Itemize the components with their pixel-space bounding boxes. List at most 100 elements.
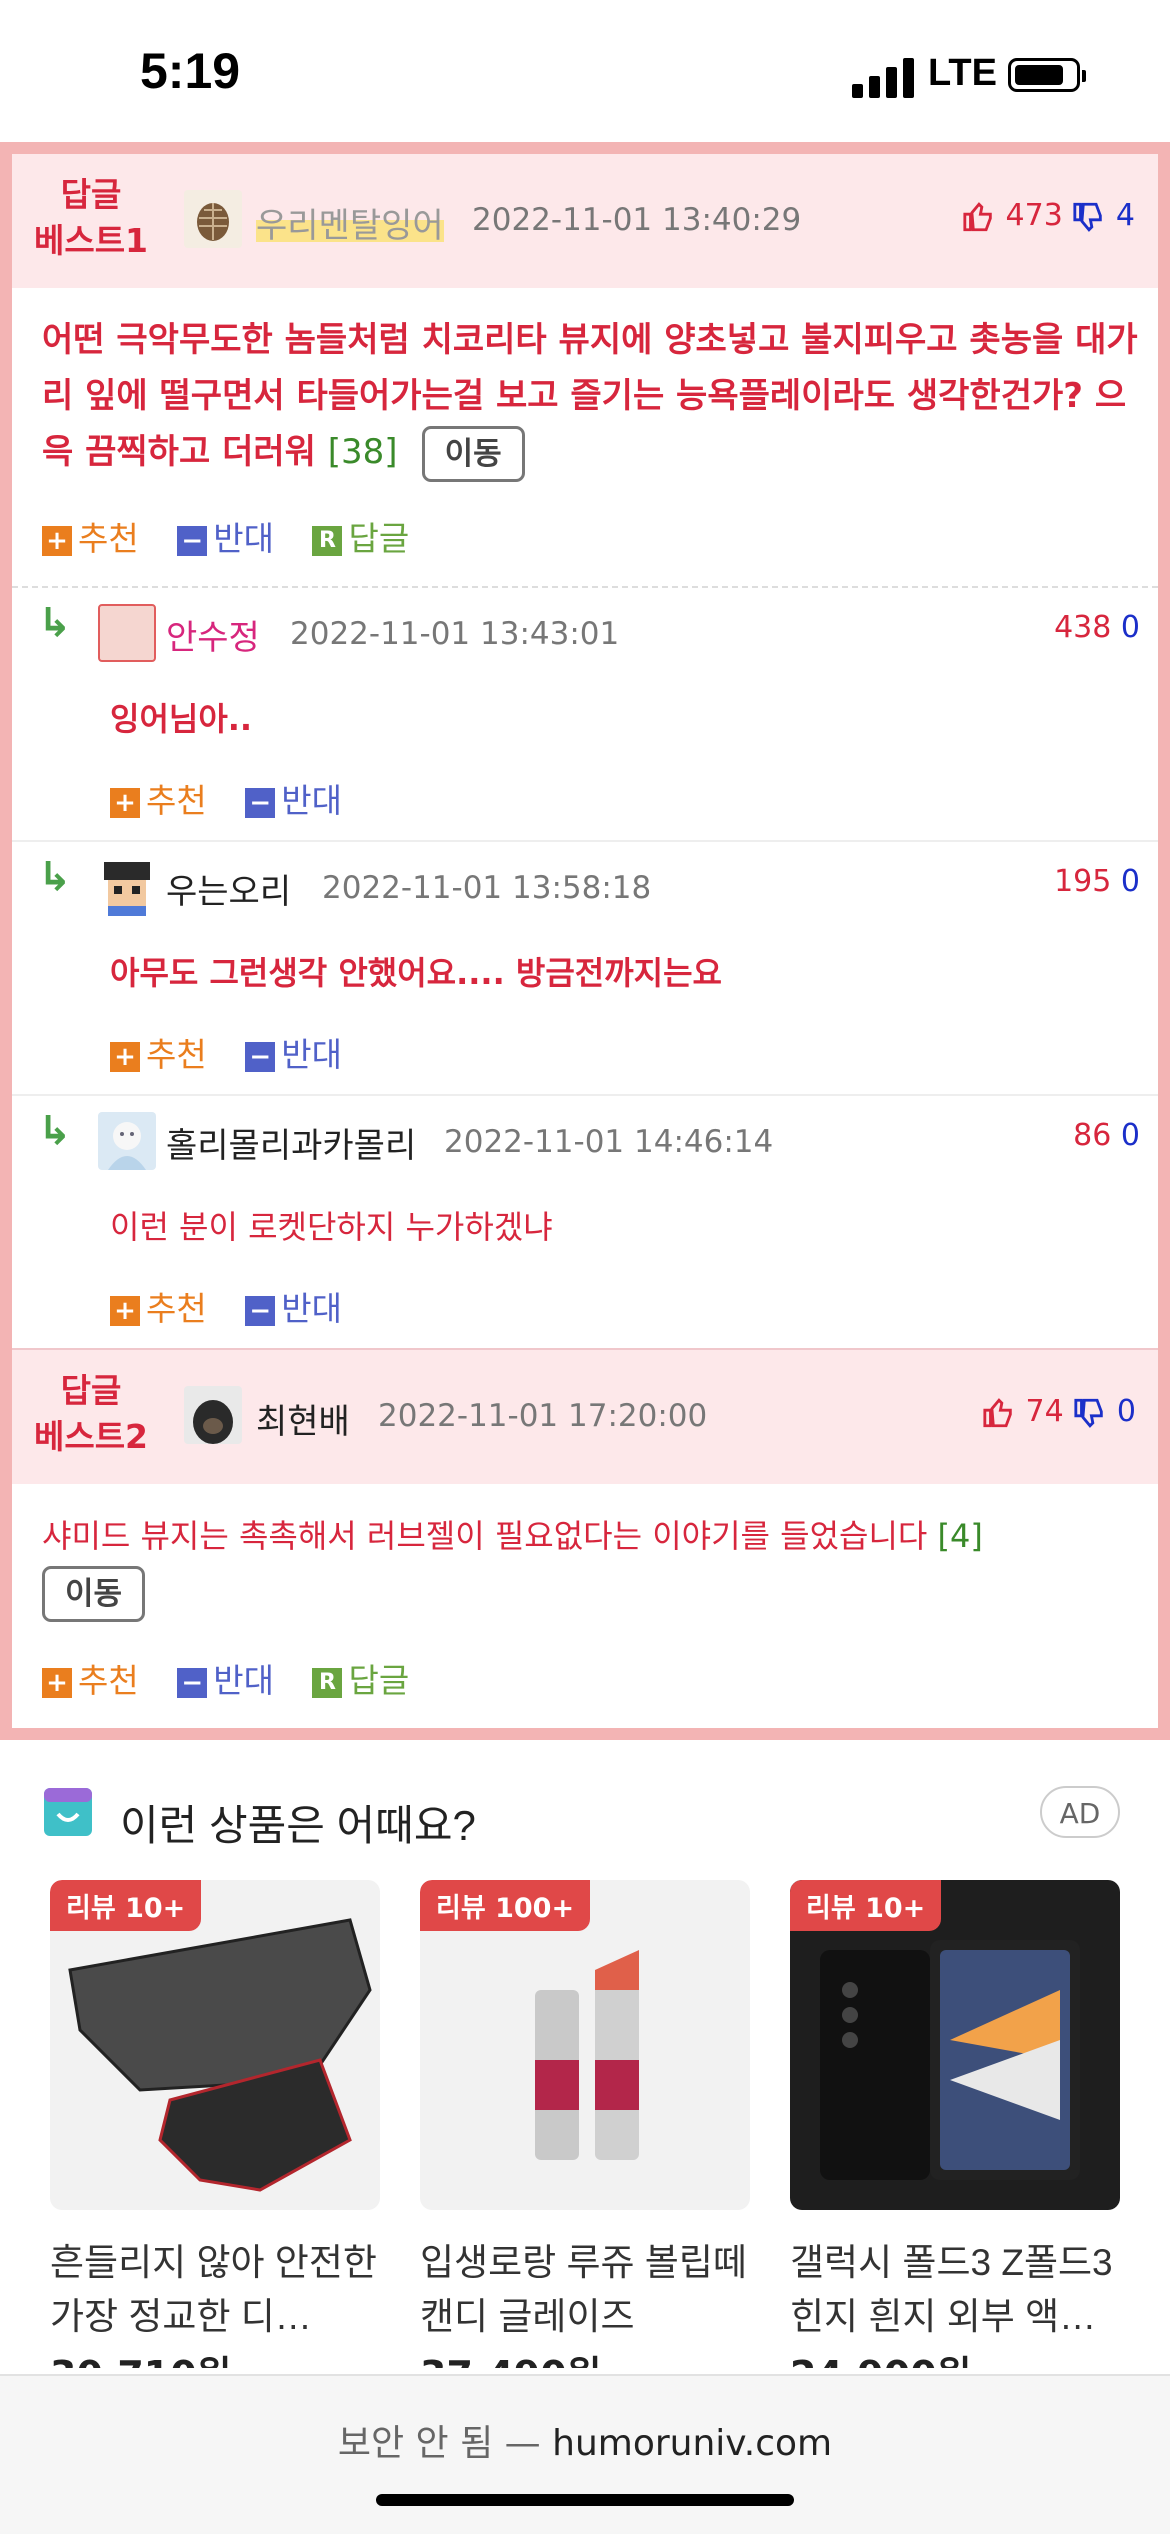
divider — [12, 840, 1158, 842]
product-name[interactable]: 흔들리지 않아 안전한 가장 정교한 디… — [50, 2236, 380, 2344]
character-avatar-icon — [108, 1122, 146, 1170]
thumbs-up-icon[interactable] — [982, 1396, 1016, 1430]
best2-label: 답글 베스트2 — [33, 1371, 149, 1456]
reply2-text: 아무도 그런생각 안했어요.... 방금전까지는요 — [110, 954, 722, 992]
avatar[interactable] — [184, 190, 242, 248]
review-tag: 리뷰 10+ — [50, 1880, 202, 1931]
oppose-button[interactable]: − 반대 — [177, 1654, 274, 1702]
url-display[interactable]: 보안 안 됨 — humoruniv.com — [0, 2414, 1170, 2466]
reply1-votes: 438 0 — [1054, 610, 1140, 645]
status-bar: 5:19 LTE — [0, 0, 1170, 140]
best2-reply-count[interactable]: [4] — [938, 1517, 983, 1555]
avatar[interactable] — [98, 1112, 156, 1170]
oppose-button[interactable]: − 반대 — [245, 1028, 342, 1076]
best2-up-count: 74 — [1025, 1394, 1064, 1429]
oppose-button[interactable]: − 반대 — [177, 512, 274, 560]
minus-icon: − — [245, 787, 276, 818]
url-text: humoruniv.com — [552, 2423, 833, 2464]
best1-label: 답글 베스트1 — [33, 175, 149, 260]
product-name[interactable]: 갤럭시 폴드3 Z폴드3 힌지 흰지 외부 액… — [790, 2236, 1120, 2344]
recommend-button[interactable]: + 추천 — [110, 1282, 207, 1330]
plus-icon: + — [42, 1667, 72, 1698]
best2-date: 2022-11-01 17:20:00 — [378, 1398, 708, 1434]
move-button[interactable]: 이동 — [42, 1566, 146, 1622]
plus-icon: + — [110, 1295, 140, 1326]
reply3-nickname[interactable]: 홀리몰리과카몰리 — [166, 1118, 416, 1167]
reply-arrow-icon: ↳ — [38, 1108, 72, 1154]
best2-down-count: 0 — [1116, 1394, 1136, 1429]
reply-r-icon: R — [312, 1667, 343, 1698]
plus-icon: + — [42, 525, 72, 556]
ad-title: 이런 상품은 어때요? — [120, 1802, 476, 1849]
product-price: 30,710원 — [50, 2344, 380, 2368]
reply-button[interactable]: R 답글 — [312, 1654, 409, 1702]
shopping-bag-icon — [40, 1784, 96, 1844]
best2-votes: 74 0 — [982, 1394, 1136, 1430]
browser-address-bar[interactable]: 보안 안 됨 — humoruniv.com — [0, 2374, 1170, 2534]
product-card[interactable]: 리뷰 10+ 흔들리지 않아 안전한 가장 정교한 디… 30,710원 — [50, 1880, 380, 2368]
avatar[interactable] — [98, 858, 156, 916]
network-type: LTE — [928, 52, 997, 94]
reply1-nickname[interactable]: 안수정 — [166, 610, 260, 659]
minus-icon: − — [177, 525, 208, 556]
best-comments-section: 답글 베스트1 우리멘탈잉어 2022-11-01 13:40:29 473 4… — [0, 142, 1170, 1740]
signal-icon — [852, 56, 916, 98]
best1-up-count: 473 — [1005, 198, 1063, 233]
review-tag: 리뷰 100+ — [420, 1880, 591, 1931]
oppose-button[interactable]: − 반대 — [245, 774, 342, 822]
plus-icon: + — [110, 787, 140, 818]
reply-arrow-icon: ↳ — [38, 600, 72, 646]
product-image[interactable]: 리뷰 10+ — [790, 1880, 1120, 2210]
best1-text: 어떤 극악무도한 놈들처럼 치코리타 뷰지에 양초넣고 불지피우고 촛농을 대가… — [42, 312, 1152, 482]
security-warning: 보안 안 됨 — — [337, 2423, 541, 2464]
status-time: 5:19 — [140, 43, 241, 99]
reply2-votes: 195 0 — [1054, 864, 1140, 899]
reply3-votes: 86 0 — [1073, 1118, 1140, 1153]
recommend-button[interactable]: + 추천 — [110, 774, 207, 822]
recommend-button[interactable]: + 추천 — [110, 1028, 207, 1076]
home-indicator[interactable] — [376, 2494, 794, 2506]
product-price: 24,900원 — [790, 2344, 1120, 2368]
avatar[interactable] — [184, 1386, 242, 1444]
thumbs-up-icon[interactable] — [962, 200, 996, 234]
plus-icon: + — [110, 1041, 140, 1072]
reply1-date: 2022-11-01 13:43:01 — [290, 616, 620, 652]
review-tag: 리뷰 10+ — [790, 1880, 942, 1931]
product-image[interactable]: 리뷰 100+ — [420, 1880, 750, 2210]
recommend-button[interactable]: + 추천 — [42, 512, 139, 560]
reply3-date: 2022-11-01 14:46:14 — [444, 1124, 774, 1160]
divider — [12, 1094, 1158, 1096]
reply-arrow-icon: ↳ — [38, 854, 72, 900]
product-card[interactable]: 리뷰 10+ 갤럭시 폴드3 Z폴드3 힌지 흰지 외부 액… 24,900원 — [790, 1880, 1120, 2368]
oppose-button[interactable]: − 반대 — [245, 1282, 342, 1330]
thumbs-down-icon[interactable] — [1072, 200, 1106, 234]
reply2-nickname[interactable]: 우는오리 — [166, 864, 291, 913]
best2-text: 샤미드 뷰지는 촉촉해서 러브젤이 필요없다는 이야기를 들었습니다 [4] 이… — [42, 1508, 1142, 1622]
move-button[interactable]: 이동 — [421, 425, 525, 482]
pinecone-icon — [197, 203, 229, 241]
product-image[interactable]: 리뷰 10+ — [50, 1880, 380, 2210]
best2-actions: + 추천 − 반대 R 답글 — [42, 1654, 437, 1702]
reply3-text: 이런 분이 로켓단하지 누가하겠냐 — [110, 1208, 553, 1246]
thumbs-down-icon[interactable] — [1073, 1396, 1107, 1430]
reply1-actions: + 추천 − 반대 — [110, 774, 370, 822]
pixel-avatar-icon — [104, 862, 150, 916]
best1-nickname[interactable]: 우리멘탈잉어 — [256, 198, 444, 247]
ad-badge[interactable]: AD — [1040, 1786, 1120, 1838]
product-name[interactable]: 입생로랑 루쥬 볼립떼 캔디 글레이즈 — [420, 2236, 750, 2344]
best2-nickname[interactable]: 최현배 — [256, 1394, 350, 1443]
best1-header: 답글 베스트1 우리멘탈잉어 2022-11-01 13:40:29 473 4 — [12, 154, 1158, 288]
best1-reply-count[interactable]: [38] — [328, 432, 398, 472]
minus-icon: − — [177, 1667, 208, 1698]
reply1-text: 잉어님아.. — [110, 700, 253, 738]
best1-date: 2022-11-01 13:40:29 — [472, 202, 802, 238]
reply-button[interactable]: R 답글 — [312, 512, 409, 560]
avatar[interactable] — [98, 604, 156, 662]
product-card[interactable]: 리뷰 100+ 입생로랑 루쥬 볼립떼 캔디 글레이즈 37,490원 — [420, 1880, 750, 2368]
best1-votes: 473 4 — [962, 198, 1135, 234]
reply2-actions: + 추천 − 반대 — [110, 1028, 370, 1076]
recommend-button[interactable]: + 추천 — [42, 1654, 139, 1702]
reply2-date: 2022-11-01 13:58:18 — [322, 870, 652, 906]
divider — [12, 586, 1158, 588]
product-price: 37,490원 — [420, 2344, 750, 2368]
